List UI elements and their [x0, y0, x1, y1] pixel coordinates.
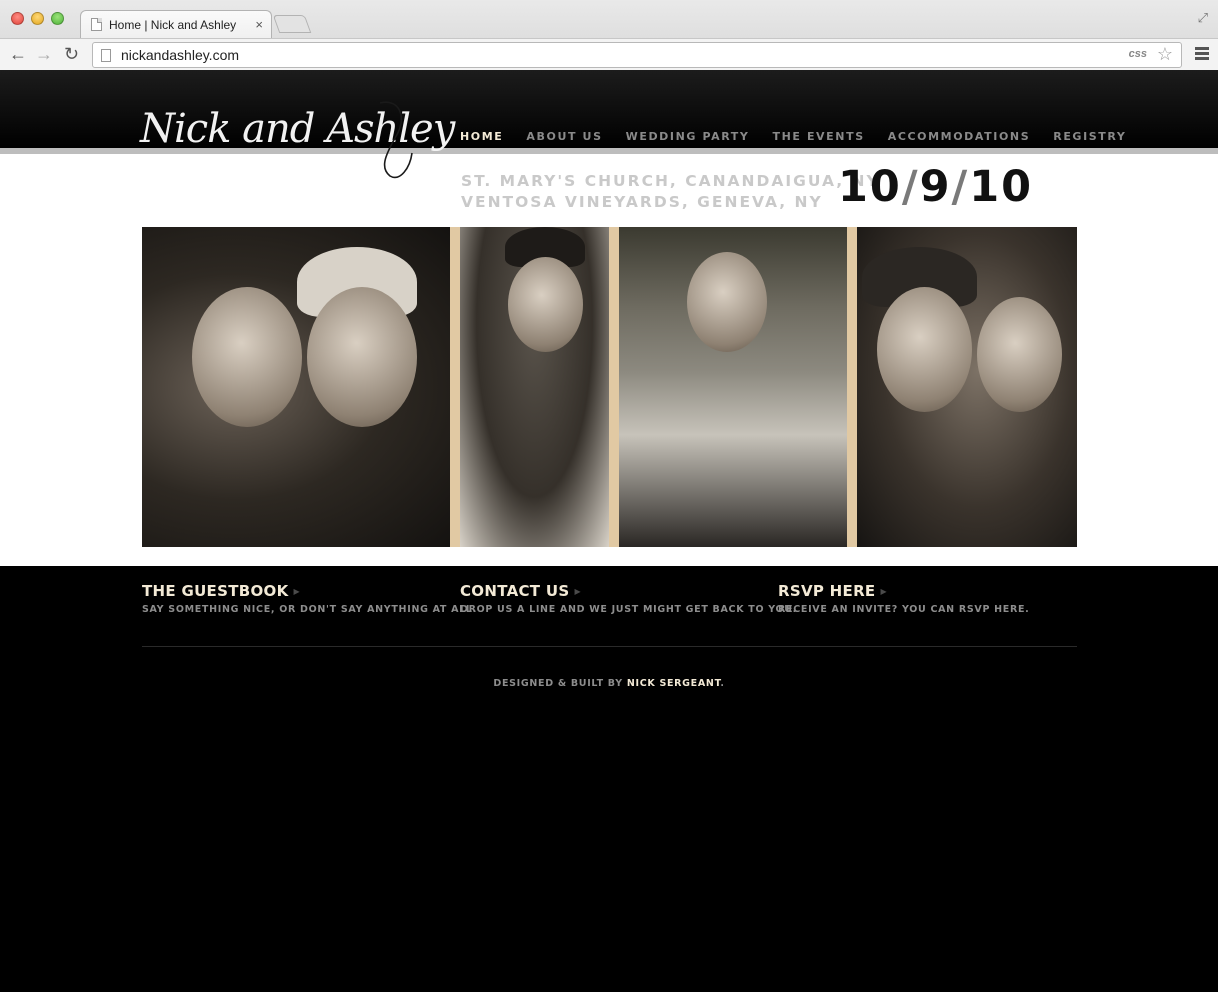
- back-icon[interactable]: ←: [9, 44, 27, 64]
- site: Nick and Ashley HOME ABOUT US WEDDING PA…: [0, 70, 1218, 992]
- date-year: 10: [969, 162, 1034, 212]
- groom-photo: [460, 227, 609, 547]
- tab-title: Home | Nick and Ashley: [109, 17, 237, 32]
- bride-photo: [619, 227, 847, 547]
- reload-icon[interactable]: ↻: [64, 44, 79, 64]
- venue-ceremony: ST. MARY'S CHURCH, CANANDAIGUA, NY: [461, 172, 880, 190]
- rsvp-link[interactable]: RSVP HERE ▶: [778, 582, 1029, 600]
- guestbook-description: SAY SOMETHING NICE, OR DON'T SAY ANYTHIN…: [142, 604, 477, 615]
- couple-selfie-photo: [857, 227, 1077, 547]
- rsvp-description: RECEIVE AN INVITE? YOU CAN RSVP HERE.: [778, 604, 1030, 615]
- footer-credit: DESIGNED & BUILT BY NICK SERGEANT.: [493, 678, 725, 689]
- venues: ST. MARY'S CHURCH, CANANDAIGUA, NY VENTO…: [461, 171, 880, 213]
- nav-item-the-events[interactable]: THE EVENTS: [772, 130, 864, 143]
- page-icon: [91, 18, 102, 31]
- date-separator: /: [901, 162, 920, 212]
- wedding-date: 10/9/10: [838, 162, 1033, 212]
- logo-swash: [379, 101, 413, 179]
- date-separator: /: [951, 162, 970, 212]
- nav-item-home[interactable]: HOME: [460, 130, 503, 143]
- bookmark-star-icon[interactable]: ☆: [1157, 44, 1173, 65]
- tab-close-icon[interactable]: ×: [255, 17, 263, 32]
- nav-item-registry[interactable]: REGISTRY: [1053, 130, 1126, 143]
- css-badge[interactable]: css: [1129, 48, 1147, 60]
- couple-photo: [142, 227, 450, 547]
- arrow-right-icon: ▶: [293, 587, 300, 596]
- date-day: 9: [919, 162, 952, 212]
- browser-toolbar: ← → ↻ css ☆: [0, 38, 1218, 70]
- date-month: 10: [838, 162, 902, 212]
- close-window-button[interactable]: [11, 12, 24, 25]
- nav-item-accommodations[interactable]: ACCOMMODATIONS: [888, 130, 1031, 143]
- main-nav: HOME ABOUT US WEDDING PARTY THE EVENTS A…: [460, 130, 1149, 143]
- browser-chrome: Home | Nick and Ashley × ⤢ ← → ↻ css ☆: [0, 0, 1218, 70]
- page-icon: [101, 48, 111, 62]
- minimize-window-button[interactable]: [31, 12, 44, 25]
- window-controls: [11, 12, 64, 25]
- guestbook-link-block[interactable]: THE GUESTBOOK ▶ SAY SOMETHING NICE, OR DO…: [142, 582, 477, 615]
- footer-divider: [142, 646, 1077, 647]
- fullscreen-icon[interactable]: ⤢: [1198, 10, 1208, 26]
- nav-item-about-us[interactable]: ABOUT US: [526, 130, 602, 143]
- new-tab-button[interactable]: [272, 15, 312, 33]
- menu-icon[interactable]: [1195, 47, 1209, 62]
- url-input[interactable]: [121, 47, 1101, 63]
- forward-icon[interactable]: →: [35, 44, 53, 64]
- contact-description: DROP US A LINE AND WE JUST MIGHT GET BAC…: [460, 604, 797, 615]
- rsvp-link-block[interactable]: RSVP HERE ▶ RECEIVE AN INVITE? YOU CAN RS…: [778, 582, 1029, 615]
- arrow-right-icon: ▶: [574, 587, 581, 596]
- guestbook-link[interactable]: THE GUESTBOOK ▶: [142, 582, 477, 600]
- nav-item-wedding-party[interactable]: WEDDING PARTY: [626, 130, 750, 143]
- photo-strip: [142, 227, 1077, 547]
- browser-tab[interactable]: Home | Nick and Ashley ×: [80, 10, 272, 38]
- contact-link[interactable]: CONTACT US ▶: [460, 582, 797, 600]
- venue-reception: VENTOSA VINEYARDS, GENEVA, NY: [461, 193, 823, 211]
- address-bar[interactable]: css ☆: [92, 42, 1182, 68]
- author-link[interactable]: NICK SERGEANT: [627, 678, 721, 689]
- zoom-window-button[interactable]: [51, 12, 64, 25]
- contact-link-block[interactable]: CONTACT US ▶ DROP US A LINE AND WE JUST M…: [460, 582, 797, 615]
- arrow-right-icon: ▶: [880, 587, 887, 596]
